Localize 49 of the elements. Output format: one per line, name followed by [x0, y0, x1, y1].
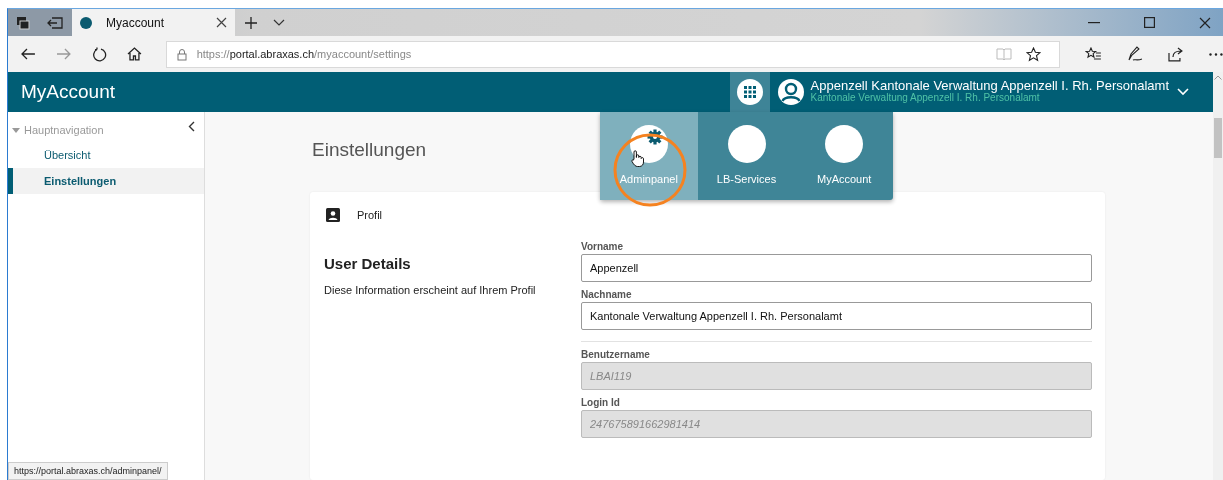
status-url: https://portal.abraxas.ch/adminpanel/: [8, 462, 168, 480]
maximize-icon[interactable]: [1144, 17, 1155, 28]
user-name: Appenzell Kantonale Verwaltung Appenzell I. Rh. Personalamt: [810, 80, 1169, 92]
sidebar-item[interactable]: Einstellungen: [8, 168, 204, 194]
close-icon[interactable]: [1199, 16, 1211, 29]
chevron-left-icon[interactable]: [188, 120, 195, 132]
field-label: Benutzername: [581, 349, 651, 360]
chevron-down-icon[interactable]: [273, 18, 285, 27]
card-title: Profil: [357, 209, 383, 221]
share-icon[interactable]: [1168, 46, 1185, 62]
pen-icon[interactable]: [1127, 46, 1144, 62]
page-title: Einstellungen: [312, 139, 427, 161]
section-description: Diese Information erscheint auf Ihrem Profil: [324, 284, 537, 296]
app-menu-item[interactable]: LB-Services: [697, 112, 796, 200]
favorites-icon[interactable]: [1085, 46, 1103, 62]
set-aside-tabs-icon[interactable]: [47, 16, 63, 29]
app-title: MyAccount: [21, 81, 115, 103]
field-label: Vorname: [581, 241, 625, 252]
close-icon[interactable]: [216, 17, 227, 28]
forward-icon[interactable]: [55, 47, 72, 61]
star-icon[interactable]: [1026, 46, 1042, 62]
app-circle-icon: [727, 125, 766, 163]
address-bar[interactable]: https://portal.abraxas.ch/myaccount/settings: [165, 40, 1061, 68]
refresh-icon[interactable]: [91, 46, 107, 62]
more-icon[interactable]: [1209, 52, 1223, 56]
hand-cursor-icon: [631, 150, 644, 167]
field-label: Nachname: [581, 289, 633, 300]
tabs-icon[interactable]: [16, 15, 30, 30]
back-icon[interactable]: [20, 47, 36, 61]
app-circle-icon: [825, 125, 864, 163]
home-icon[interactable]: [126, 47, 142, 61]
browser-tab[interactable]: Myaccount: [72, 9, 235, 36]
app-menu-item[interactable]: MyAccount: [795, 112, 893, 200]
caret-down-icon[interactable]: [12, 127, 20, 133]
section-heading: User Details: [324, 255, 412, 272]
lock-icon: [176, 47, 187, 61]
minimize-icon[interactable]: [1088, 21, 1100, 24]
address-text: https://portal.abraxas.ch/myaccount/settings: [196, 48, 412, 60]
sidebar-item[interactable]: Übersicht: [8, 142, 204, 168]
new-tab-icon[interactable]: [244, 15, 258, 30]
avatar-icon[interactable]: [776, 78, 805, 106]
apps-grid-icon[interactable]: [736, 79, 763, 105]
input-field[interactable]: Appenzell: [581, 254, 1092, 282]
scrollbar-thumb[interactable]: [1214, 118, 1222, 158]
user-organization: Kantonale Verwaltung Appenzell I. Rh. Personalamt: [810, 92, 1040, 104]
field-label: Login Id: [581, 397, 621, 408]
gear-icon: [629, 125, 668, 163]
input-field[interactable]: Kantonale Verwaltung Appenzell I. Rh. Personalamt: [581, 302, 1092, 330]
profile-icon: [326, 208, 340, 222]
